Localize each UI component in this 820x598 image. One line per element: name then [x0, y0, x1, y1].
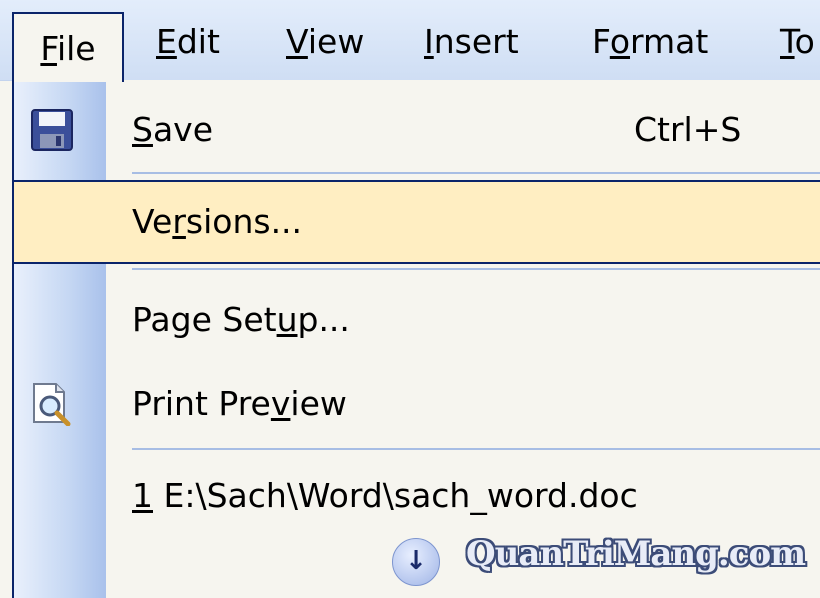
menu-item-print-preview[interactable]: Print Preview [14, 362, 820, 446]
menu-bar: File Edit View Insert Format To [0, 0, 820, 82]
menu-edit[interactable]: Edit [156, 0, 220, 80]
floppy-disk-icon [31, 109, 73, 151]
print-preview-icon [33, 383, 71, 426]
menu-item-print-preview-label: Print Preview [132, 384, 347, 423]
menu-tools[interactable]: To [780, 0, 815, 80]
menu-format[interactable]: Format [592, 0, 708, 80]
menu-file[interactable]: File [12, 12, 124, 82]
menu-item-page-setup[interactable]: Page Setup... [14, 278, 820, 362]
menu-view[interactable]: View [286, 0, 364, 80]
menu-item-save-shortcut: Ctrl+S [634, 110, 742, 149]
menu-item-save-label: Save [132, 110, 214, 149]
menu-item-versions[interactable]: Versions... [12, 180, 820, 264]
chevron-double-down-icon[interactable]: ↓ [392, 538, 440, 586]
menu-expand-row: ↓ QuanTriMang.com [14, 516, 820, 598]
menu-file-label-rest: ile [56, 29, 96, 68]
word-window: File Edit View Insert Format To Save Ctr… [0, 0, 820, 598]
menu-separator [132, 448, 820, 450]
menu-insert[interactable]: Insert [424, 0, 519, 80]
file-menu-dropdown: Save Ctrl+S Versions... Page Setup... Pr… [12, 80, 820, 598]
menu-item-save[interactable]: Save Ctrl+S [14, 88, 820, 172]
menu-separator [132, 172, 820, 174]
menu-separator [132, 268, 820, 270]
watermark-logo: QuanTriMang.com [466, 534, 806, 574]
menu-file-label-initial: F [40, 29, 57, 68]
menu-item-page-setup-label: Page Setup... [132, 300, 350, 339]
menu-item-versions-label: Versions... [132, 202, 303, 241]
